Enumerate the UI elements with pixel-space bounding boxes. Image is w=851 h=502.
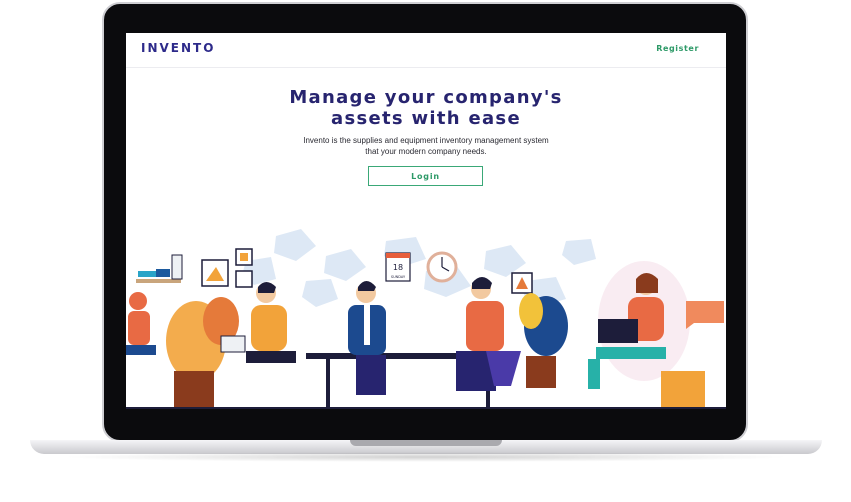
plant-left xyxy=(166,297,239,409)
brand-logo[interactable]: INVENTO xyxy=(141,41,215,55)
laptop-base-notch xyxy=(350,440,502,446)
hero-title-line-1: Manage your company's xyxy=(289,87,563,108)
clock-icon xyxy=(426,251,458,283)
office-team-illustration: 18 SUNDAY xyxy=(126,229,726,409)
calendar-weekday: SUNDAY xyxy=(391,275,406,279)
calendar-day: 18 xyxy=(393,263,403,272)
laptop-shadow xyxy=(60,452,792,462)
hero-title: Manage your company's assets with ease xyxy=(126,87,726,129)
person-girl-left xyxy=(126,292,156,355)
person-orange-shirt xyxy=(456,277,521,391)
hero-title-line-2: assets with ease xyxy=(331,108,521,129)
hero-subtitle-line-1: Invento is the supplies and equipment in… xyxy=(303,136,549,145)
plant-right xyxy=(519,293,568,388)
login-button[interactable]: Login xyxy=(368,166,483,186)
background-pattern xyxy=(242,229,596,307)
person-woman-laptop xyxy=(588,261,705,407)
top-navbar: INVENTO Register xyxy=(126,33,726,68)
calendar: 18 SUNDAY xyxy=(385,252,411,282)
register-link[interactable]: Register xyxy=(656,44,699,53)
hero-subtitle: Invento is the supplies and equipment in… xyxy=(266,135,586,157)
person-blue-suit xyxy=(348,281,386,395)
hero-subtitle-line-2: that your modern company needs. xyxy=(365,147,487,156)
laptop-screen: INVENTO Register Manage your company's a… xyxy=(126,33,726,409)
